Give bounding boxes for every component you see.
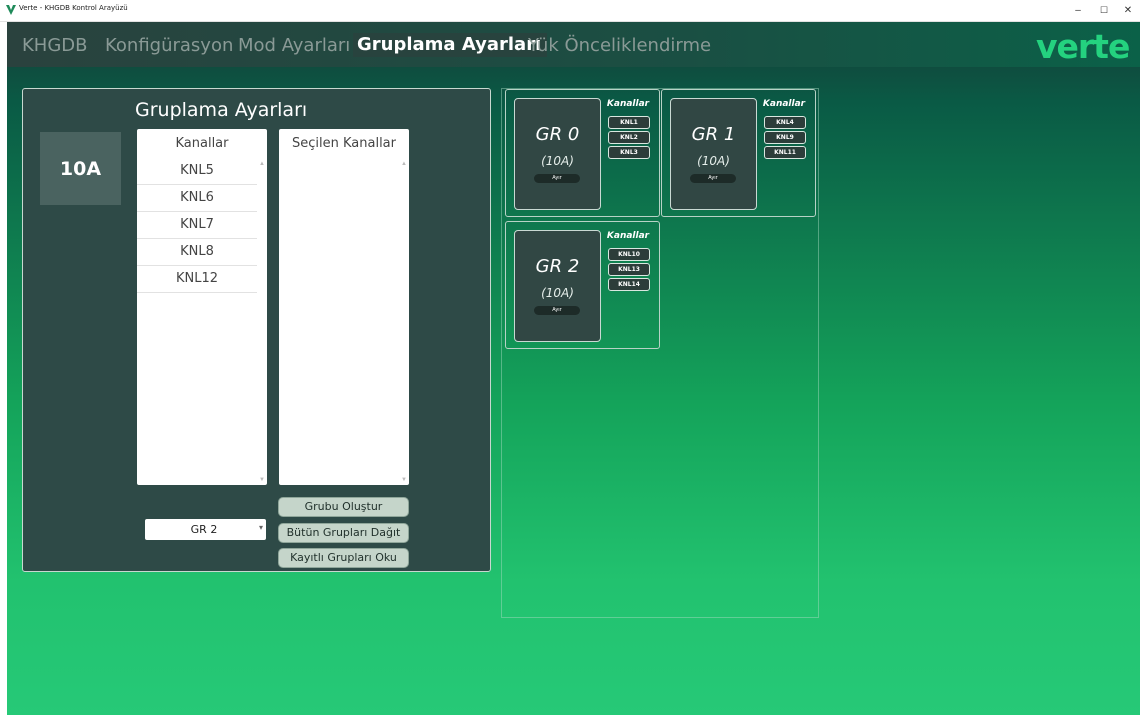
disband-all-groups-button[interactable]: Bütün Grupları Dağıt [278,523,409,543]
channel-chip: KNL1 [608,116,650,129]
window-titlebar: Verte - KHGDB Kontrol Arayüzü – ☐ ✕ [0,0,1140,22]
group-select-dropdown[interactable]: GR 2 ▾ [145,519,266,540]
selected-channels-header: Seçilen Kanallar [292,136,396,151]
channel-chip: KNL4 [764,116,806,129]
group-card-gr2: GR 2 (10A) Ayır Kanallar KNL10 KNL13 KNL… [505,221,660,349]
minimize-button[interactable]: – [1064,0,1092,21]
window-title: Verte - KHGDB Kontrol Arayüzü [19,4,128,12]
group-channels-label: Kanallar [606,231,650,241]
separate-group-button[interactable]: Ayır [690,174,736,183]
list-item[interactable]: KNL7 [137,212,257,239]
read-saved-groups-button[interactable]: Kayıtlı Grupları Oku [278,548,409,568]
channel-chip: KNL2 [608,131,650,144]
groups-area: GR 0 (10A) Ayır Kanallar KNL1 KNL2 KNL3 … [501,88,819,618]
channel-chip: KNL9 [764,131,806,144]
create-group-button[interactable]: Grubu Oluştur [278,497,409,517]
group-box: GR 1 (10A) Ayır [670,98,757,210]
chevron-down-icon: ▾ [258,523,263,532]
group-amp: (10A) [541,154,574,168]
scroll-down-icon[interactable]: ▼ [401,477,407,483]
group-card-gr1: GR 1 (10A) Ayır Kanallar KNL4 KNL9 KNL11 [661,89,816,217]
tab-gruplama-ayarlari[interactable]: Gruplama Ayarları [353,33,548,57]
list-item[interactable]: KNL8 [137,239,257,266]
group-box: GR 2 (10A) Ayır [514,230,601,342]
group-channels-label: Kanallar [762,99,806,109]
group-select-value: GR 2 [190,523,218,536]
group-channels-label: Kanallar [606,99,650,109]
channel-chip: KNL11 [764,146,806,159]
tab-yuk-onceliklendirme[interactable]: Yük Önceliklendirme [528,35,711,56]
channel-chip: KNL13 [608,263,650,276]
tab-mod-ayarlari[interactable]: Mod Ayarları [238,35,350,56]
group-card-gr0: GR 0 (10A) Ayır Kanallar KNL1 KNL2 KNL3 [505,89,660,217]
separate-group-button[interactable]: Ayır [534,174,580,183]
scroll-up-icon[interactable]: ▲ [401,161,407,167]
group-name: GR 2 [535,256,580,277]
tab-konfigurasyon[interactable]: Konfigürasyon [105,35,233,56]
group-amp: (10A) [541,286,574,300]
group-amp: (10A) [697,154,730,168]
brand-logo: verte [1036,27,1130,66]
scroll-down-icon[interactable]: ▼ [259,477,265,483]
group-name: GR 0 [535,124,580,145]
close-button[interactable]: ✕ [1114,0,1140,21]
group-name: GR 1 [691,124,736,145]
list-item[interactable]: KNL12 [137,266,257,293]
grouping-settings-panel: Gruplama Ayarları 10A Kanallar KNL5 KNL6… [22,88,491,572]
channel-chip: KNL10 [608,248,650,261]
verte-logo-icon [6,5,16,15]
list-item[interactable]: KNL6 [137,185,257,212]
tab-khgdb[interactable]: KHGDB [22,35,88,56]
scroll-up-icon[interactable]: ▲ [259,161,265,167]
top-navbar: KHGDB Konfigürasyon Mod Ayarları Gruplam… [7,22,1140,67]
panel-title: Gruplama Ayarları [135,99,308,121]
available-channels-header: Kanallar [175,136,229,151]
app-area: KHGDB Konfigürasyon Mod Ayarları Gruplam… [7,22,1140,715]
selected-channels-list[interactable]: Seçilen Kanallar ▲ ▼ [279,129,409,485]
list-item[interactable]: KNL5 [137,158,257,185]
channel-chip: KNL3 [608,146,650,159]
channel-chip: KNL14 [608,278,650,291]
available-channels-list[interactable]: Kanallar KNL5 KNL6 KNL7 KNL8 KNL12 ▲ ▼ [137,129,267,485]
separate-group-button[interactable]: Ayır [534,306,580,315]
amp-display: 10A [40,132,121,205]
group-box: GR 0 (10A) Ayır [514,98,601,210]
